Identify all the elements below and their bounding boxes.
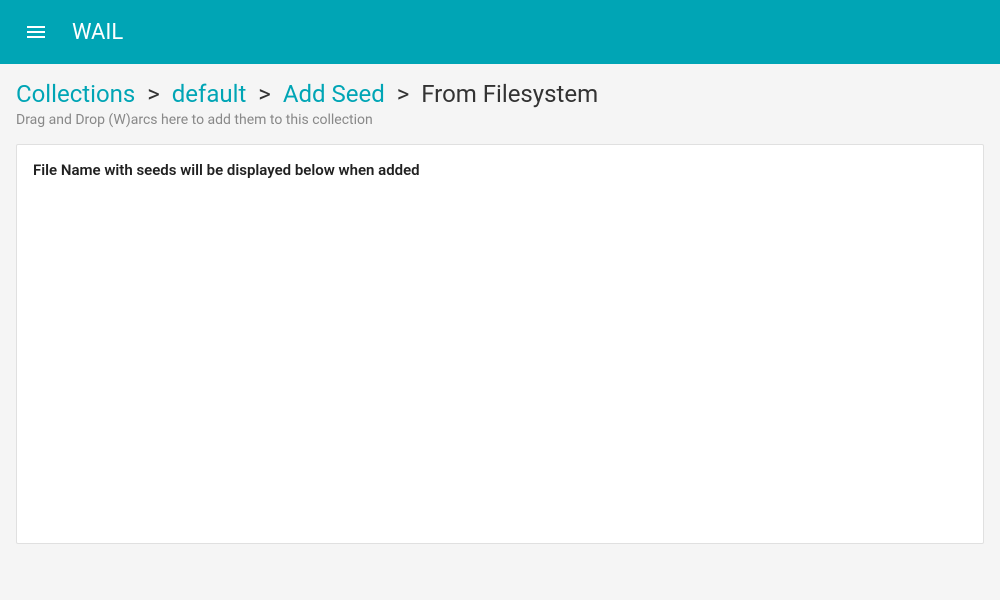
page-subtitle: Drag and Drop (W)arcs here to add them t… [16,112,984,128]
drop-area[interactable]: File Name with seeds will be displayed b… [16,144,984,544]
breadcrumb: Collections > default > Add Seed > From … [16,80,984,108]
breadcrumb-link-add-seed[interactable]: Add Seed [283,80,385,108]
app-title: WAIL [72,20,123,45]
menu-button[interactable] [16,12,56,52]
app-bar: WAIL [0,0,1000,64]
breadcrumb-link-collections[interactable]: Collections [16,80,135,108]
breadcrumb-separator: > [397,80,410,108]
main-content: Collections > default > Add Seed > From … [0,64,1000,560]
breadcrumb-link-default[interactable]: default [172,80,247,108]
breadcrumb-separator: > [258,80,271,108]
breadcrumb-current: From Filesystem [421,80,598,108]
hamburger-icon [24,20,48,44]
breadcrumb-separator: > [147,80,160,108]
drop-area-header: File Name with seeds will be displayed b… [33,161,967,179]
